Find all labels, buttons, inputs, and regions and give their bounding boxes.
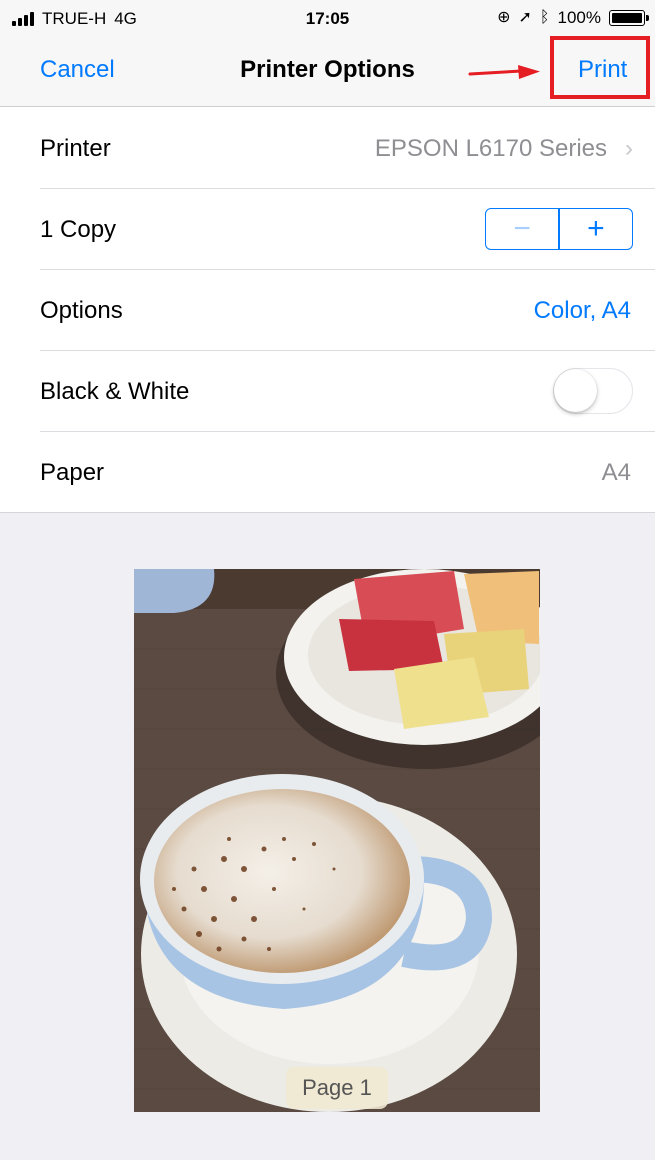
settings-list: Printer EPSON L6170 Series › 1 Copy − + … xyxy=(0,107,655,513)
copies-label: 1 Copy xyxy=(40,216,117,243)
bluetooth-icon: ᛒ xyxy=(539,9,550,26)
options-label: Options xyxy=(40,297,123,324)
printer-row[interactable]: Printer EPSON L6170 Series › xyxy=(0,107,655,188)
chevron-right-icon: › xyxy=(625,135,633,162)
status-right: ⊕ ➚ ᛒ 100% xyxy=(497,8,649,28)
print-preview-page[interactable]: Page 1 xyxy=(134,569,540,1112)
print-button[interactable]: Print xyxy=(578,56,627,84)
red-arrow-icon xyxy=(468,65,540,79)
black-white-label: Black & White xyxy=(40,378,190,405)
status-bar: TRUE-H 4G 17:05 ⊕ ➚ ᛒ 100% xyxy=(0,0,655,36)
location-icon: ➚ xyxy=(518,9,532,26)
options-row[interactable]: Options Color, A4 xyxy=(0,269,655,350)
battery-icon xyxy=(609,10,649,26)
paper-value: A4 xyxy=(601,459,631,486)
paper-label: Paper xyxy=(40,459,105,486)
increment-button[interactable]: + xyxy=(560,209,632,249)
nav-bar: Cancel Printer Options Print xyxy=(0,36,655,107)
battery-percent: 100% xyxy=(557,8,601,27)
printer-value: EPSON L6170 Series xyxy=(374,135,607,162)
page-number-badge: Page 1 xyxy=(286,1067,388,1109)
options-value: Color, A4 xyxy=(533,297,631,324)
paper-row[interactable]: Paper A4 xyxy=(0,431,655,512)
black-white-row: Black & White xyxy=(0,350,655,431)
orientation-lock-icon: ⊕ xyxy=(497,9,511,26)
printer-label: Printer xyxy=(40,135,111,162)
black-white-toggle[interactable] xyxy=(553,368,633,414)
toggle-knob xyxy=(554,369,597,412)
decrement-button[interactable]: − xyxy=(486,209,558,249)
copies-stepper: − + xyxy=(485,208,633,250)
copies-row: 1 Copy − + xyxy=(0,188,655,269)
preview-photo xyxy=(134,569,540,1112)
